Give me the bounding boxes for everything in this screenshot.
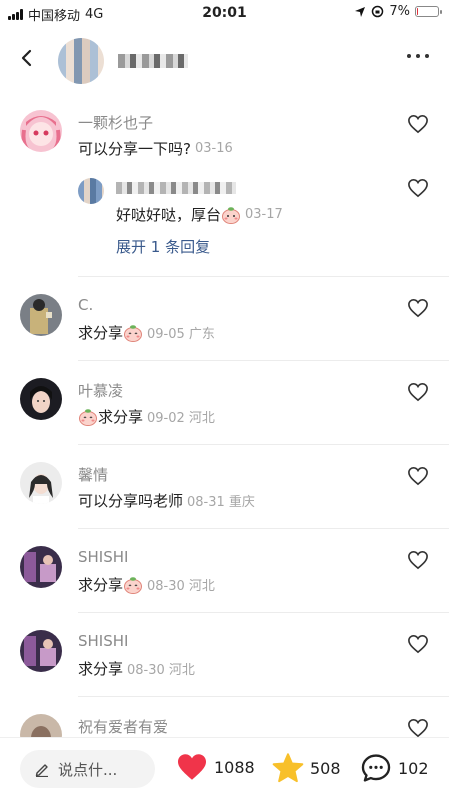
comment-username[interactable]: SHISHI [78, 548, 128, 566]
like-heart-icon[interactable] [407, 382, 429, 402]
divider [78, 276, 449, 277]
like-heart-icon[interactable] [407, 718, 429, 738]
reply-meta: 03-17 [245, 207, 283, 222]
peach-emoji-icon [124, 576, 143, 594]
expand-replies-link[interactable]: 展开 1 条回复 [116, 236, 210, 257]
comment-meta: 09-05 广东 [147, 327, 215, 342]
comment-count: 102 [398, 758, 429, 778]
comment-text: 求分享 09-02 河北 [78, 406, 215, 427]
bottom-action-bar: 说点什... 1088 508 102 [0, 737, 449, 800]
divider [78, 528, 449, 529]
peach-emoji-icon [124, 324, 143, 342]
reply-text: 好哒好哒，厚台 03-17 [116, 204, 283, 225]
collect-count: 508 [310, 758, 341, 778]
anime-girl-avatar-icon [20, 110, 62, 152]
reply-body: 好哒好哒，厚台 [116, 206, 222, 224]
like-heart-icon[interactable] [407, 634, 429, 654]
comment-text: 求分享 09-05 广东 [78, 322, 215, 343]
comment-body: 求分享 [78, 660, 124, 678]
like-heart-icon[interactable] [407, 466, 429, 486]
person-photo-avatar-icon [20, 294, 62, 336]
status-bar: 中国移动 4G 20:01 7% [0, 0, 449, 26]
battery-fill [417, 8, 418, 15]
divider [78, 612, 449, 613]
comment-meta: 08-30 河北 [127, 663, 195, 678]
comment-meta: 09-02 河北 [147, 411, 215, 426]
divider [78, 696, 449, 697]
comment-text: 可以分享吗老师 08-31 重庆 [78, 490, 255, 511]
collect-button[interactable]: 508 [272, 753, 341, 783]
location-icon [355, 6, 366, 17]
status-right: 7% [354, 4, 442, 19]
header [0, 30, 449, 90]
comment-body: 可以分享吗老师 [78, 492, 184, 510]
room-photo-avatar-icon [20, 630, 62, 672]
comment-avatar[interactable] [20, 110, 62, 152]
comment-text: 求分享 08-30 河北 [78, 658, 195, 679]
like-button[interactable]: 1088 [176, 753, 255, 781]
rotation-lock-icon [372, 5, 384, 18]
comment-meta: 08-31 重庆 [187, 495, 255, 510]
peach-emoji-icon [222, 206, 241, 224]
divider [78, 360, 449, 361]
comment-count-button[interactable]: 102 [360, 753, 429, 783]
comment-text: 可以分享一下吗? 03-16 [78, 138, 233, 159]
star-filled-icon [272, 753, 304, 783]
reply-like-heart-icon[interactable] [407, 178, 429, 198]
peach-emoji-icon [79, 408, 97, 426]
reply-avatar-blurred[interactable] [78, 178, 104, 204]
comment-username[interactable]: 祝有爱者有爱 [78, 716, 168, 737]
comment-text: 求分享 08-30 河北 [78, 574, 215, 595]
comment-body: 求分享 [78, 324, 124, 342]
comment-input-placeholder: 说点什... [58, 760, 118, 779]
comment-username[interactable]: SHISHI [78, 632, 128, 650]
comment-body: 可以分享一下吗? [78, 140, 191, 158]
pencil-icon [35, 764, 48, 777]
comment-avatar[interactable] [20, 546, 62, 588]
battery-icon [415, 6, 442, 17]
divider [78, 444, 449, 445]
author-name-blurred[interactable] [118, 54, 188, 68]
comment-username[interactable]: 叶慕凌 [78, 380, 123, 401]
author-avatar[interactable] [58, 38, 104, 84]
girl-photo-avatar-icon [20, 462, 62, 504]
woman-photo-avatar-icon [20, 378, 62, 420]
comment-username[interactable]: 馨情 [78, 464, 108, 485]
comment-meta: 03-16 [194, 141, 233, 156]
comment-body: 求分享 [98, 408, 144, 426]
comment-body: 求分享 [78, 576, 124, 594]
like-count: 1088 [214, 757, 255, 777]
battery-percent: 7% [389, 4, 410, 19]
room-photo-avatar-icon [20, 546, 62, 588]
comment-avatar[interactable] [20, 294, 62, 336]
comment-input[interactable]: 说点什... [20, 750, 155, 788]
reply-username-blurred[interactable] [116, 182, 236, 194]
heart-filled-icon [178, 754, 206, 780]
comment-username[interactable]: 一颗杉也子 [78, 112, 153, 133]
comment-avatar[interactable] [20, 462, 62, 504]
comment-username[interactable]: C. [78, 296, 93, 314]
like-heart-icon[interactable] [407, 114, 429, 134]
chat-bubble-icon [361, 754, 391, 782]
like-heart-icon[interactable] [407, 298, 429, 318]
comment-meta: 08-30 河北 [147, 579, 215, 594]
back-arrow-icon[interactable] [14, 44, 42, 72]
comment-avatar[interactable] [20, 378, 62, 420]
more-icon[interactable] [407, 54, 429, 58]
like-heart-icon[interactable] [407, 550, 429, 570]
comment-avatar[interactable] [20, 630, 62, 672]
